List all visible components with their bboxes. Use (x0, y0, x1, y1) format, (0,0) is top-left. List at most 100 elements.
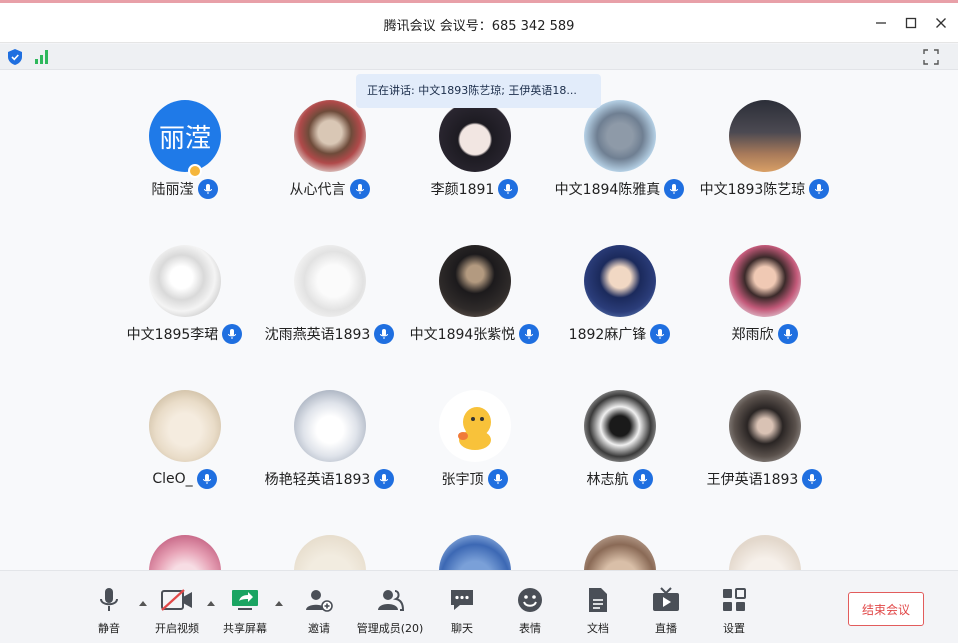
participant-tile[interactable]: 中文1893陈艺琼 (692, 70, 837, 199)
live-button[interactable]: 直播 (631, 585, 701, 637)
mic-icon (222, 324, 243, 344)
bottom-toolbar: 静音 开启视频 共享屏幕 邀请 管理成员(20) 聊天 表情 文档 直播 设置 … (0, 570, 958, 643)
video-off-icon (161, 589, 192, 611)
chat-icon (451, 590, 473, 610)
participant-tile[interactable] (112, 505, 257, 570)
shield-icon[interactable] (6, 48, 24, 66)
participant-name: 陆丽滢 (151, 182, 194, 198)
participant-tile[interactable] (257, 505, 402, 570)
smiley-icon (518, 588, 542, 612)
avatar (584, 245, 656, 317)
chick-avatar-icon (458, 407, 491, 450)
document-icon (589, 588, 607, 612)
minimize-icon (876, 22, 886, 24)
participant-tile[interactable] (402, 505, 547, 570)
avatar (294, 535, 366, 570)
mute-label: 静音 (98, 622, 120, 635)
grid-settings-icon (723, 588, 746, 611)
video-button[interactable]: 开启视频 (142, 585, 212, 637)
participant-tile[interactable]: 王伊英语1893 (692, 360, 837, 489)
participant-name: 中文1894张紫悦 (409, 327, 516, 343)
invite-label: 邀请 (308, 622, 330, 635)
participant-tile[interactable]: 中文1895李珺 (112, 215, 257, 344)
manage-members-button[interactable]: 管理成员(20) (354, 585, 426, 637)
close-button[interactable] (931, 13, 951, 33)
participant-tile[interactable] (547, 505, 692, 570)
participant-tile[interactable]: 丽滢 陆丽滢 (112, 70, 257, 199)
maximize-icon (905, 17, 917, 29)
live-label: 直播 (655, 622, 677, 635)
avatar-initials: 丽滢 (158, 123, 211, 154)
participant-name: 王伊英语1893 (706, 472, 799, 488)
avatar (294, 245, 366, 317)
host-badge-icon (188, 164, 202, 178)
settings-label: 设置 (723, 622, 745, 635)
share-options-caret-icon[interactable] (274, 599, 284, 607)
participant-tile[interactable]: 郑雨欣 (692, 215, 837, 344)
avatar (584, 390, 656, 462)
avatar (729, 245, 801, 317)
participant-tile[interactable]: 沈雨燕英语1893 (257, 215, 402, 344)
avatar (439, 535, 511, 570)
participant-name: 杨艳轻英语1893 (264, 472, 371, 488)
avatar (149, 535, 221, 570)
title-bar: 腾讯会议 会议号：685 342 589 (0, 3, 958, 43)
avatar (584, 100, 656, 172)
participant-tile[interactable] (692, 505, 837, 570)
emoji-label: 表情 (519, 622, 541, 635)
participant-name: 中文1893陈艺琼 (699, 182, 806, 198)
mic-icon (197, 179, 218, 199)
avatar (729, 390, 801, 462)
participant-tile[interactable]: 林志航 (547, 360, 692, 489)
participant-name: 1892麻广锋 (568, 327, 647, 343)
share-screen-button[interactable]: 共享屏幕 (210, 585, 280, 637)
participant-name: 张宇顶 (441, 472, 484, 488)
mic-icon (809, 179, 830, 199)
avatar (439, 390, 511, 462)
manage-members-label: 管理成员(20) (356, 622, 424, 635)
avatar (729, 100, 801, 172)
participant-tile[interactable]: 杨艳轻英语1893 (257, 360, 402, 489)
window-title: 腾讯会议 会议号：685 342 589 (383, 19, 575, 34)
participant-tile[interactable]: 张宇顶 (402, 360, 547, 489)
chat-button[interactable]: 聊天 (427, 585, 497, 637)
mic-icon (777, 324, 798, 344)
mic-icon (374, 469, 395, 489)
mic-icon (487, 469, 508, 489)
participant-name: 林志航 (586, 472, 629, 488)
share-screen-label: 共享屏幕 (223, 622, 267, 635)
minimize-button[interactable] (871, 13, 891, 33)
participant-name: 中文1895李珺 (126, 327, 219, 343)
fullscreen-icon[interactable] (922, 48, 940, 66)
mic-icon (374, 324, 395, 344)
participant-name: 李颜1891 (430, 182, 495, 198)
maximize-button[interactable] (901, 13, 921, 33)
mic-icon (802, 469, 823, 489)
mic-icon (632, 469, 653, 489)
participant-name: CleO_ (152, 471, 193, 487)
mic-icon (349, 179, 370, 199)
end-meeting-button[interactable]: 结束会议 (848, 592, 924, 626)
participant-tile[interactable]: 中文1894张紫悦 (402, 215, 547, 344)
docs-button[interactable]: 文档 (563, 585, 633, 637)
signal-strength-icon[interactable] (32, 48, 52, 66)
participant-tile[interactable]: CleO_ (112, 360, 257, 489)
share-screen-icon (232, 590, 258, 610)
mic-icon (664, 179, 685, 199)
settings-button[interactable]: 设置 (699, 585, 769, 637)
avatar (149, 245, 221, 317)
avatar (294, 390, 366, 462)
avatar (294, 100, 366, 172)
status-bar (0, 44, 958, 70)
invite-button[interactable]: 邀请 (284, 585, 354, 637)
participant-tile[interactable]: 1892麻广锋 (547, 215, 692, 344)
docs-label: 文档 (587, 622, 609, 635)
active-speaker-banner: 正在讲话: 中文1893陈艺琼; 王伊英语18... (356, 74, 601, 108)
participant-name: 郑雨欣 (731, 327, 774, 343)
mic-icon (498, 179, 519, 199)
mute-button[interactable]: 静音 (74, 585, 144, 637)
avatar: 丽滢 (149, 100, 221, 172)
mic-icon (196, 469, 217, 489)
emoji-button[interactable]: 表情 (495, 585, 565, 637)
mic-icon (650, 324, 671, 344)
